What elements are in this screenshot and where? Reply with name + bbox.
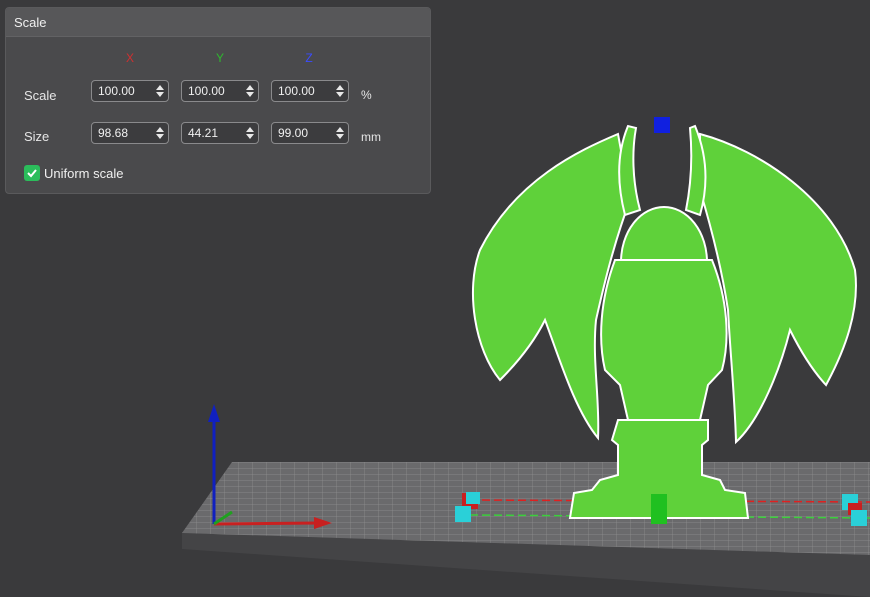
uniform-scale-checkbox[interactable]: Uniform scale (24, 165, 123, 181)
spinner-arrows-icon[interactable] (242, 81, 258, 101)
size-y-input[interactable]: 44.21 (181, 122, 259, 144)
spinner-arrows-icon[interactable] (152, 81, 168, 101)
size-x-input[interactable]: 98.68 (91, 122, 169, 144)
scale-y-input[interactable]: 100.00 (181, 80, 259, 102)
size-row-label: Size (24, 129, 50, 144)
spinner-arrows-icon[interactable] (242, 123, 258, 143)
model-winged-bust[interactable] (471, 124, 857, 519)
spinner-arrows-icon[interactable] (332, 81, 348, 101)
uniform-scale-label: Uniform scale (44, 165, 124, 181)
spinner-arrows-icon[interactable] (332, 123, 348, 143)
axis-label-y: Y (215, 51, 224, 65)
axis-label-z: Z (305, 51, 313, 65)
spinner-arrows-icon[interactable] (152, 123, 168, 143)
build-plate (182, 462, 870, 597)
size-x-value[interactable]: 98.68 (92, 126, 152, 140)
size-z-value[interactable]: 99.00 (272, 126, 332, 140)
scale-z-input[interactable]: 100.00 (271, 80, 349, 102)
scale-row-label: Scale (24, 88, 57, 103)
scale-x-value[interactable]: 100.00 (92, 84, 152, 98)
checkmark-icon[interactable] (24, 165, 40, 181)
panel-title: Scale (6, 8, 430, 37)
axis-label-x: X (125, 51, 134, 65)
size-unit: mm (361, 130, 381, 144)
size-z-input[interactable]: 99.00 (271, 122, 349, 144)
scale-z-value[interactable]: 100.00 (272, 84, 332, 98)
scale-panel: Scale X Y Z Scale 100.00 100.00 100.00 %… (5, 7, 431, 194)
scale-unit: % (361, 88, 372, 102)
scale-y-value[interactable]: 100.00 (182, 84, 242, 98)
size-y-value[interactable]: 44.21 (182, 126, 242, 140)
scale-x-input[interactable]: 100.00 (91, 80, 169, 102)
